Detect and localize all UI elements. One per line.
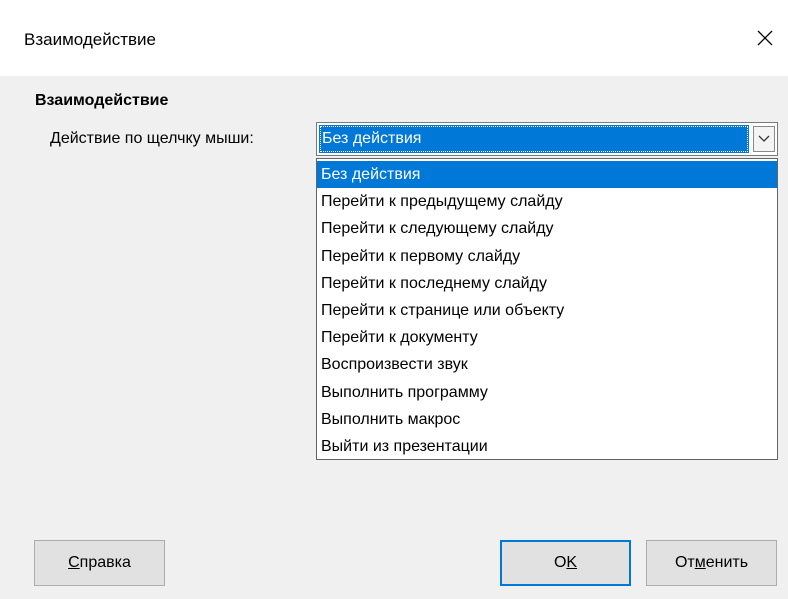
help-mnemonic: С — [68, 554, 80, 571]
cancel-label-start: От — [674, 554, 695, 571]
ok-label: O — [553, 554, 567, 571]
dropdown-option[interactable]: Выполнить программу — [317, 379, 777, 406]
dropdown-option[interactable]: Перейти к предыдущему слайду — [317, 188, 777, 215]
dropdown-option[interactable]: Перейти к странице или объекту — [317, 297, 777, 324]
chevron-down-icon — [758, 135, 770, 142]
dropdown-option[interactable]: Перейти к документу — [317, 324, 777, 351]
ok-button[interactable]: OK — [500, 540, 631, 586]
title-bar: Взаимодействие — [0, 0, 788, 76]
action-label: Действие по щелчку мыши: — [50, 130, 254, 148]
close-icon — [757, 30, 773, 46]
dropdown-option[interactable]: Перейти к первому слайду — [317, 243, 777, 270]
dialog-window: Взаимодействие Взаимодействие Действие п… — [0, 0, 788, 599]
dropdown-option[interactable]: Выйти из презентации — [317, 433, 777, 460]
dropdown-option[interactable]: Перейти к следующему слайду — [317, 215, 777, 242]
help-button[interactable]: Справка — [34, 540, 165, 586]
action-select-value: Без действия — [319, 125, 749, 153]
ok-mnemonic: K — [566, 554, 578, 571]
action-dropdown-list[interactable]: Без действия Перейти к предыдущему слайду… — [316, 158, 778, 460]
help-label: правка — [79, 554, 131, 571]
dropdown-option[interactable]: Выполнить макрос — [317, 406, 777, 433]
cancel-label-end: енить — [705, 554, 749, 571]
section-title: Взаимодействие — [35, 92, 169, 109]
dropdown-option[interactable]: Воспроизвести звук — [317, 351, 777, 378]
window-title: Взаимодействие — [24, 30, 156, 49]
action-label-text: ействие по щелчку мыши: — [60, 130, 254, 147]
cancel-button[interactable]: От м енить — [646, 540, 777, 586]
dropdown-option[interactable]: Без действия — [317, 161, 777, 189]
dropdown-toggle[interactable] — [753, 126, 775, 152]
cancel-mnemonic: м — [694, 554, 706, 571]
action-label-mnemonic: Д — [50, 130, 61, 147]
dropdown-option[interactable]: Перейти к последнему слайду — [317, 270, 777, 297]
close-button[interactable] — [742, 14, 788, 62]
action-select[interactable]: Без действия — [316, 122, 778, 156]
